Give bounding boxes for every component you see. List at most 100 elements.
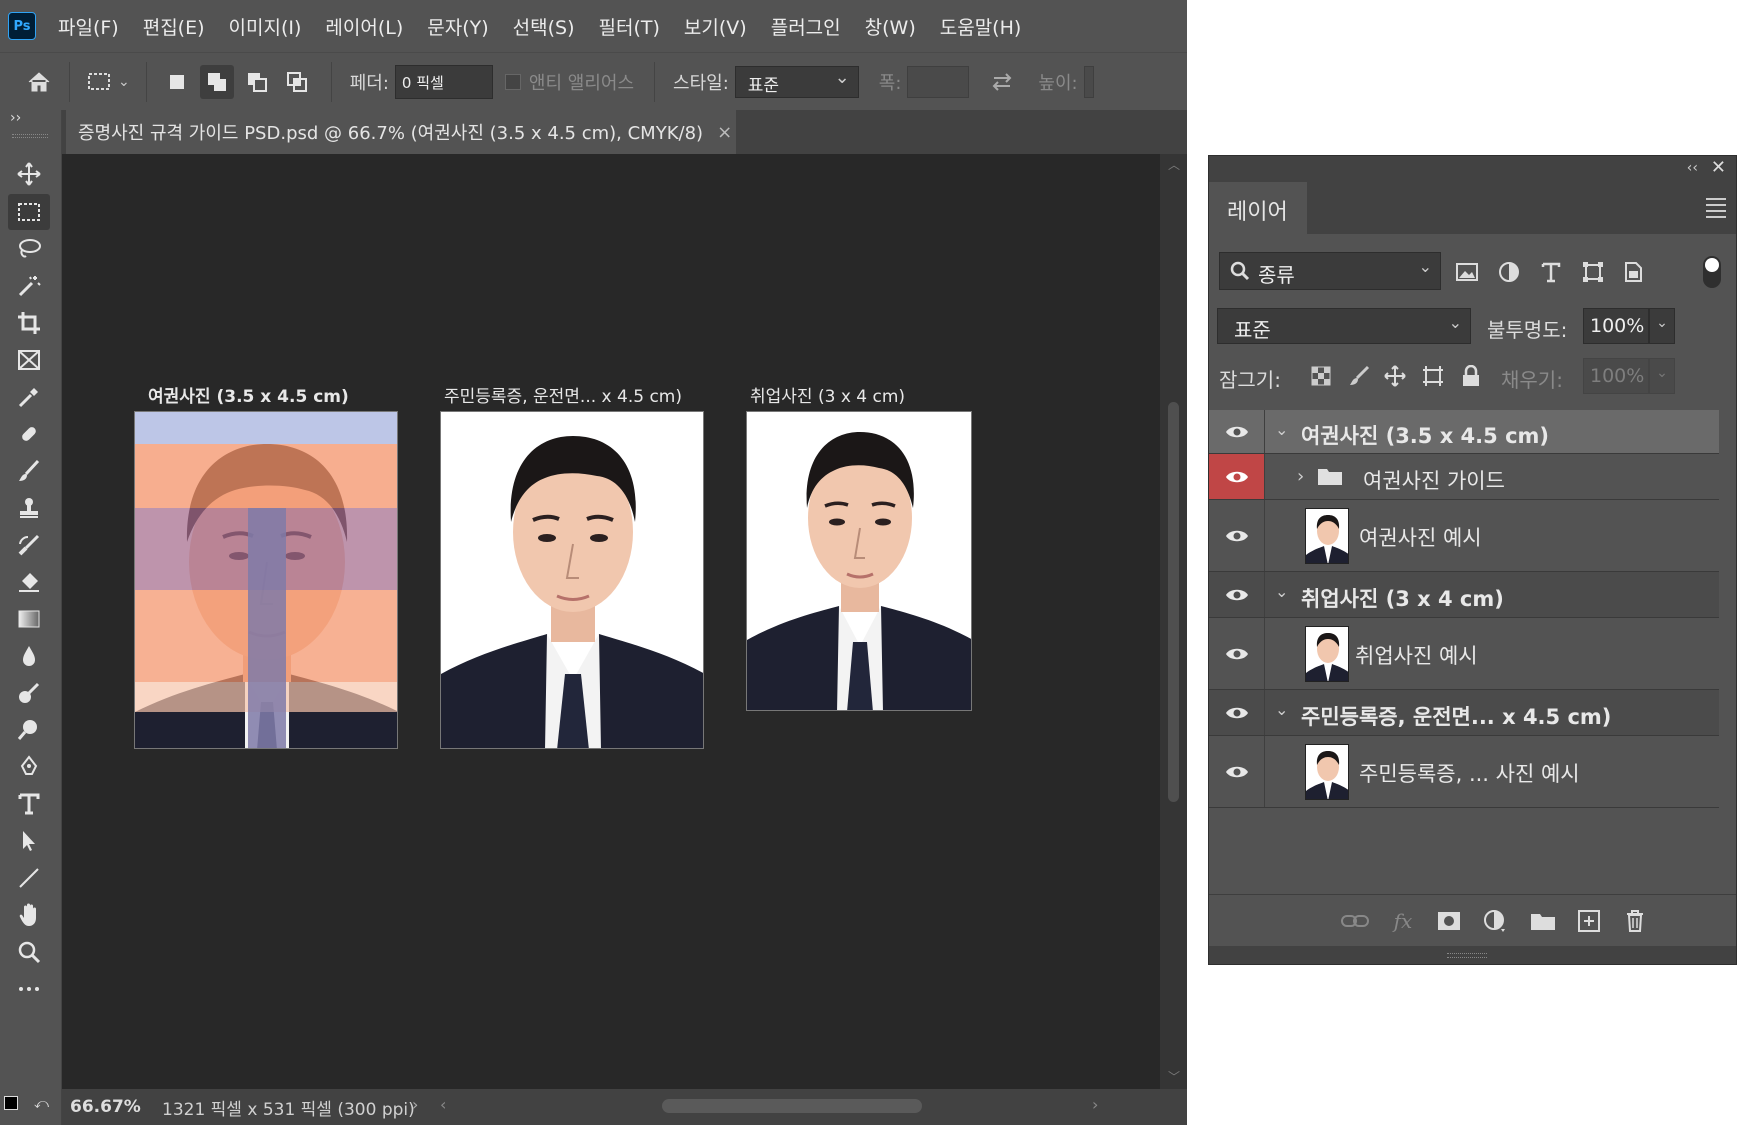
scroll-down-icon[interactable]: ﹀ <box>1168 1068 1180 1085</box>
visibility-eye-icon[interactable] <box>1209 572 1265 617</box>
horizontal-scroll-thumb[interactable] <box>662 1099 922 1113</box>
layer-mask-icon[interactable] <box>1435 907 1463 935</box>
more-tools-icon[interactable] <box>8 971 50 1007</box>
lock-all-icon[interactable] <box>1457 362 1485 390</box>
menu-plugins[interactable]: 플러그인 <box>771 13 841 40</box>
new-layer-icon[interactable] <box>1575 907 1603 935</box>
swap-arrows-icon[interactable] <box>985 65 1019 99</box>
style-select[interactable]: 표준 <box>734 65 859 98</box>
type-filter-icon[interactable] <box>1537 258 1565 286</box>
panel-grip[interactable] <box>12 134 48 138</box>
visibility-eye-icon[interactable] <box>1209 500 1265 571</box>
delete-layer-icon[interactable] <box>1621 907 1649 935</box>
brush-tool-icon[interactable] <box>8 453 50 489</box>
chevron-down-icon[interactable]: ⌄ <box>1649 308 1675 344</box>
adjustment-filter-icon[interactable] <box>1495 258 1523 286</box>
artboard-label-id-card[interactable]: 주민등록증, 운전면... x 4.5 cm) <box>444 382 682 407</box>
history-brush-tool-icon[interactable] <box>8 527 50 563</box>
menu-window[interactable]: 창(W) <box>865 13 916 40</box>
hand-tool-icon[interactable] <box>8 897 50 933</box>
scroll-left-icon[interactable]: ‹ <box>440 1095 446 1114</box>
menu-edit[interactable]: 편집(E) <box>143 13 205 40</box>
zoom-tool-icon[interactable] <box>8 712 50 748</box>
visibility-eye-icon[interactable] <box>1209 618 1265 689</box>
layer-passport-example[interactable]: 여권사진 예시 <box>1209 500 1719 572</box>
visibility-eye-icon[interactable] <box>1209 454 1265 499</box>
layer-folder-passport-guide[interactable]: › 여권사진 가이드 <box>1209 454 1719 500</box>
opacity-input[interactable]: 100% <box>1583 308 1649 344</box>
visibility-eye-icon[interactable] <box>1209 690 1265 735</box>
healing-brush-tool-icon[interactable] <box>8 416 50 452</box>
home-icon[interactable] <box>22 65 56 99</box>
new-group-icon[interactable] <box>1529 907 1557 935</box>
intersect-selection-icon[interactable] <box>280 65 314 99</box>
panel-menu-icon[interactable] <box>1706 198 1726 222</box>
scroll-up-icon[interactable]: ︿ <box>1168 156 1180 173</box>
gradient-tool-icon[interactable] <box>8 601 50 637</box>
canvas-area[interactable]: 여권사진 (3.5 x 4.5 cm) 주민등록증, 운전면... x 4.5 … <box>62 154 1160 1089</box>
lock-transparent-pixels-icon[interactable] <box>1307 362 1335 390</box>
artboard-label-passport[interactable]: 여권사진 (3.5 x 4.5 cm) <box>148 382 349 407</box>
width-input[interactable] <box>907 65 970 98</box>
crop-tool-icon[interactable] <box>8 305 50 341</box>
artboard-passport[interactable] <box>134 411 398 749</box>
layer-job-example[interactable]: 취업사진 예시 <box>1209 618 1719 690</box>
document-tab[interactable]: 증명사진 규격 가이드 PSD.psd @ 66.7% (여권사진 (3.5 x… <box>66 110 736 154</box>
chevron-down-icon[interactable]: ⌄ <box>1275 700 1288 719</box>
smart-object-filter-icon[interactable] <box>1619 258 1647 286</box>
menu-select[interactable]: 선택(S) <box>513 13 575 40</box>
chevron-right-icon[interactable]: › <box>1297 466 1304 487</box>
line-tool-icon[interactable] <box>8 860 50 896</box>
menu-image[interactable]: 이미지(I) <box>229 13 302 40</box>
layer-id-card-example[interactable]: 주민등록증, ... 사진 예시 <box>1209 736 1719 808</box>
visibility-eye-icon[interactable] <box>1209 736 1265 807</box>
blend-mode-select[interactable]: 표준 ⌄ <box>1217 308 1471 344</box>
photoshop-logo-icon[interactable]: Ps <box>8 12 36 40</box>
layer-filter-select[interactable]: 종류 ⌄ <box>1219 252 1441 290</box>
link-layers-icon[interactable] <box>1341 907 1369 935</box>
swap-colors-icon[interactable]: ⤺ <box>34 1096 49 1112</box>
tab-layers[interactable]: 레이어 <box>1209 182 1307 234</box>
artboard-label-job[interactable]: 취업사진 (3 x 4 cm) <box>750 382 905 407</box>
adjustment-layer-icon[interactable] <box>1481 907 1509 935</box>
menu-layer[interactable]: 레이어(L) <box>325 13 403 40</box>
close-panel-icon[interactable]: ✕ <box>1711 157 1726 178</box>
feather-input[interactable]: 0 픽셀 <box>394 64 493 99</box>
fx-icon[interactable]: fx <box>1389 907 1417 935</box>
document-info[interactable]: 1321 픽셀 x 531 픽셀 (300 ppi) <box>162 1095 415 1120</box>
close-icon[interactable]: × <box>717 122 732 143</box>
menu-help[interactable]: 도움말(H) <box>940 13 1022 40</box>
move-tool-icon[interactable] <box>8 156 50 192</box>
eyedropper-tool-icon[interactable] <box>8 379 50 415</box>
lasso-tool-icon[interactable] <box>8 231 50 267</box>
panel-resize-handle[interactable] <box>1209 946 1736 964</box>
collapse-panel-icon[interactable]: ‹‹ <box>1687 160 1698 176</box>
lock-position-icon[interactable] <box>1381 362 1409 390</box>
magnify-tool-icon[interactable] <box>8 934 50 970</box>
magic-wand-tool-icon[interactable] <box>8 268 50 304</box>
fill-input[interactable]: 100% <box>1583 358 1649 394</box>
zoom-level[interactable]: 66.67% <box>62 1097 162 1117</box>
layer-group-job[interactable]: ⌄ 취업사진 (3 x 4 cm) <box>1209 572 1719 618</box>
menu-type[interactable]: 문자(Y) <box>427 13 488 40</box>
antialias-checkbox[interactable] <box>504 73 521 90</box>
eraser-tool-icon[interactable] <box>8 564 50 600</box>
double-chevron-icon[interactable]: ›› <box>10 110 21 126</box>
scroll-right-icon[interactable]: › <box>1092 1095 1098 1114</box>
blur-tool-icon[interactable] <box>8 638 50 674</box>
clone-stamp-tool-icon[interactable] <box>8 490 50 526</box>
menu-filter[interactable]: 필터(T) <box>599 13 660 40</box>
frame-tool-icon[interactable] <box>8 342 50 378</box>
pen-tool-icon[interactable] <box>8 749 50 785</box>
chevron-down-icon[interactable]: ⌄ <box>1275 420 1288 439</box>
type-tool-icon[interactable] <box>8 786 50 822</box>
visibility-eye-icon[interactable] <box>1209 410 1265 453</box>
chevron-down-icon[interactable]: ⌄ <box>1649 358 1675 394</box>
chevron-down-icon[interactable]: ⌄ <box>1275 582 1288 601</box>
dodge-tool-icon[interactable] <box>8 675 50 711</box>
layer-group-id-card[interactable]: ⌄ 주민등록증, 운전면... x 4.5 cm) <box>1209 690 1719 736</box>
lock-artboard-icon[interactable] <box>1419 362 1447 390</box>
layer-group-passport[interactable]: ⌄ 여권사진 (3.5 x 4.5 cm) <box>1209 410 1719 454</box>
pixel-filter-icon[interactable] <box>1453 258 1481 286</box>
shape-filter-icon[interactable] <box>1579 258 1607 286</box>
